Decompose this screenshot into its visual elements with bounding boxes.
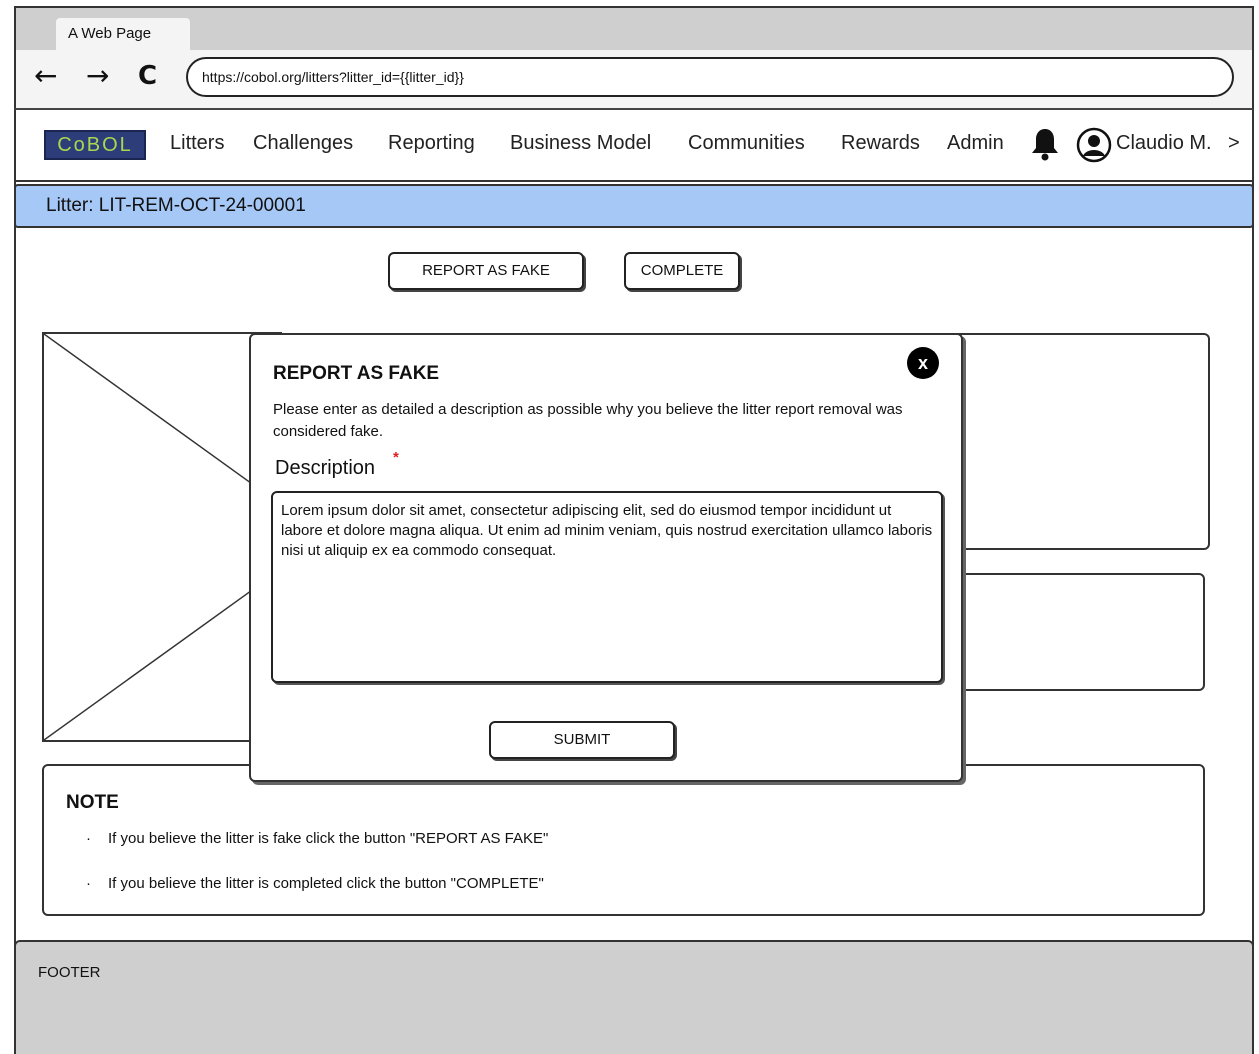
note-bullet-text: If you believe the litter is fake click … xyxy=(108,830,549,847)
description-label: Description xyxy=(275,457,376,479)
description-textarea[interactable]: Lorem ipsum dolor sit amet, consectetur … xyxy=(271,491,943,683)
cobol-logo[interactable]: CoBOL xyxy=(44,130,146,160)
report-as-fake-button[interactable]: REPORT AS FAKE xyxy=(388,252,584,290)
required-marker: * xyxy=(393,449,399,466)
info-card-bottom xyxy=(940,573,1205,691)
nav-challenges[interactable]: Challenges xyxy=(253,132,353,155)
nav-communities[interactable]: Communities xyxy=(688,132,805,155)
complete-button[interactable]: COMPLETE xyxy=(624,252,740,290)
bell-icon[interactable] xyxy=(1030,126,1060,167)
nav-litters[interactable]: Litters xyxy=(170,132,224,155)
nav-business-model[interactable]: Business Model xyxy=(510,132,651,155)
modal-title: REPORT AS FAKE xyxy=(273,363,440,384)
close-icon[interactable]: x xyxy=(907,347,939,379)
info-card-top xyxy=(940,333,1210,550)
note-title: NOTE xyxy=(66,792,119,813)
report-fake-modal: REPORT AS FAKE x Please enter as detaile… xyxy=(249,333,963,782)
nav-reporting[interactable]: Reporting xyxy=(388,132,475,155)
browser-chrome: A Web Page ← → C https://cobol.org/litte… xyxy=(14,6,1254,110)
chevron-right-icon[interactable]: > xyxy=(1228,132,1240,155)
note-bullet-text: If you believe the litter is completed c… xyxy=(108,875,544,892)
footer: FOOTER xyxy=(14,940,1254,1054)
avatar[interactable] xyxy=(1076,127,1112,168)
user-name[interactable]: Claudio M. xyxy=(1116,132,1212,155)
bullet-dot: · xyxy=(86,875,91,892)
url-bar[interactable]: https://cobol.org/litters?litter_id={{li… xyxy=(186,57,1234,97)
nav-admin[interactable]: Admin xyxy=(947,132,1004,155)
nav-rewards[interactable]: Rewards xyxy=(841,132,920,155)
back-icon[interactable]: ← xyxy=(34,62,57,90)
browser-tab[interactable]: A Web Page xyxy=(56,18,190,52)
page-title: Litter: LIT-REM-OCT-24-00001 xyxy=(14,184,1254,228)
bullet-dot: · xyxy=(86,830,91,847)
app-header: CoBOL Litters Challenges Reporting Busin… xyxy=(16,110,1252,182)
forward-icon[interactable]: → xyxy=(86,62,109,90)
note-panel: NOTE · If you believe the litter is fake… xyxy=(42,764,1205,916)
reload-icon[interactable]: C xyxy=(138,62,157,90)
submit-button[interactable]: SUBMIT xyxy=(489,721,675,759)
modal-description: Please enter as detailed a description a… xyxy=(273,401,903,440)
image-placeholder xyxy=(42,332,282,742)
